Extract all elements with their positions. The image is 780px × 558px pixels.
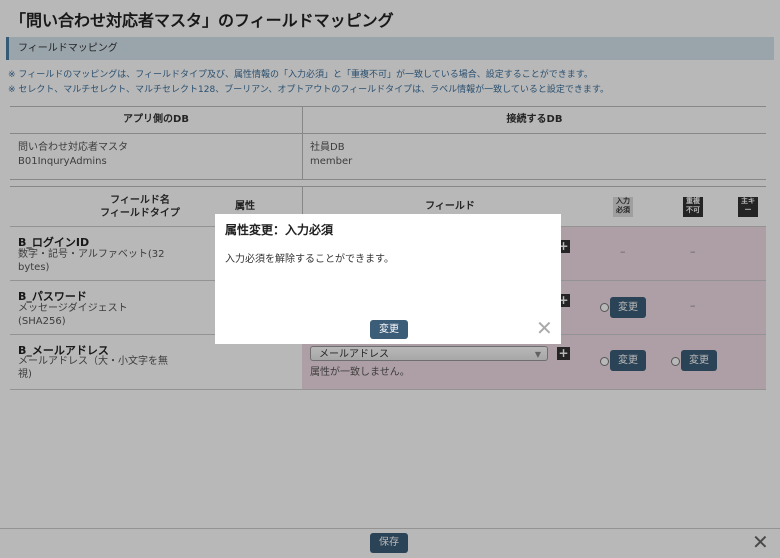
close-icon[interactable]: ✕ <box>536 318 553 338</box>
dialog-message: 入力必須を解除することができます。 <box>225 254 394 265</box>
dialog-title: 属性変更：入力必須 <box>225 223 334 237</box>
dialog-change-button[interactable]: 変更 <box>370 320 408 339</box>
attribute-change-dialog: 属性変更：入力必須 入力必須を解除することができます。 変更 ✕ <box>215 214 561 344</box>
